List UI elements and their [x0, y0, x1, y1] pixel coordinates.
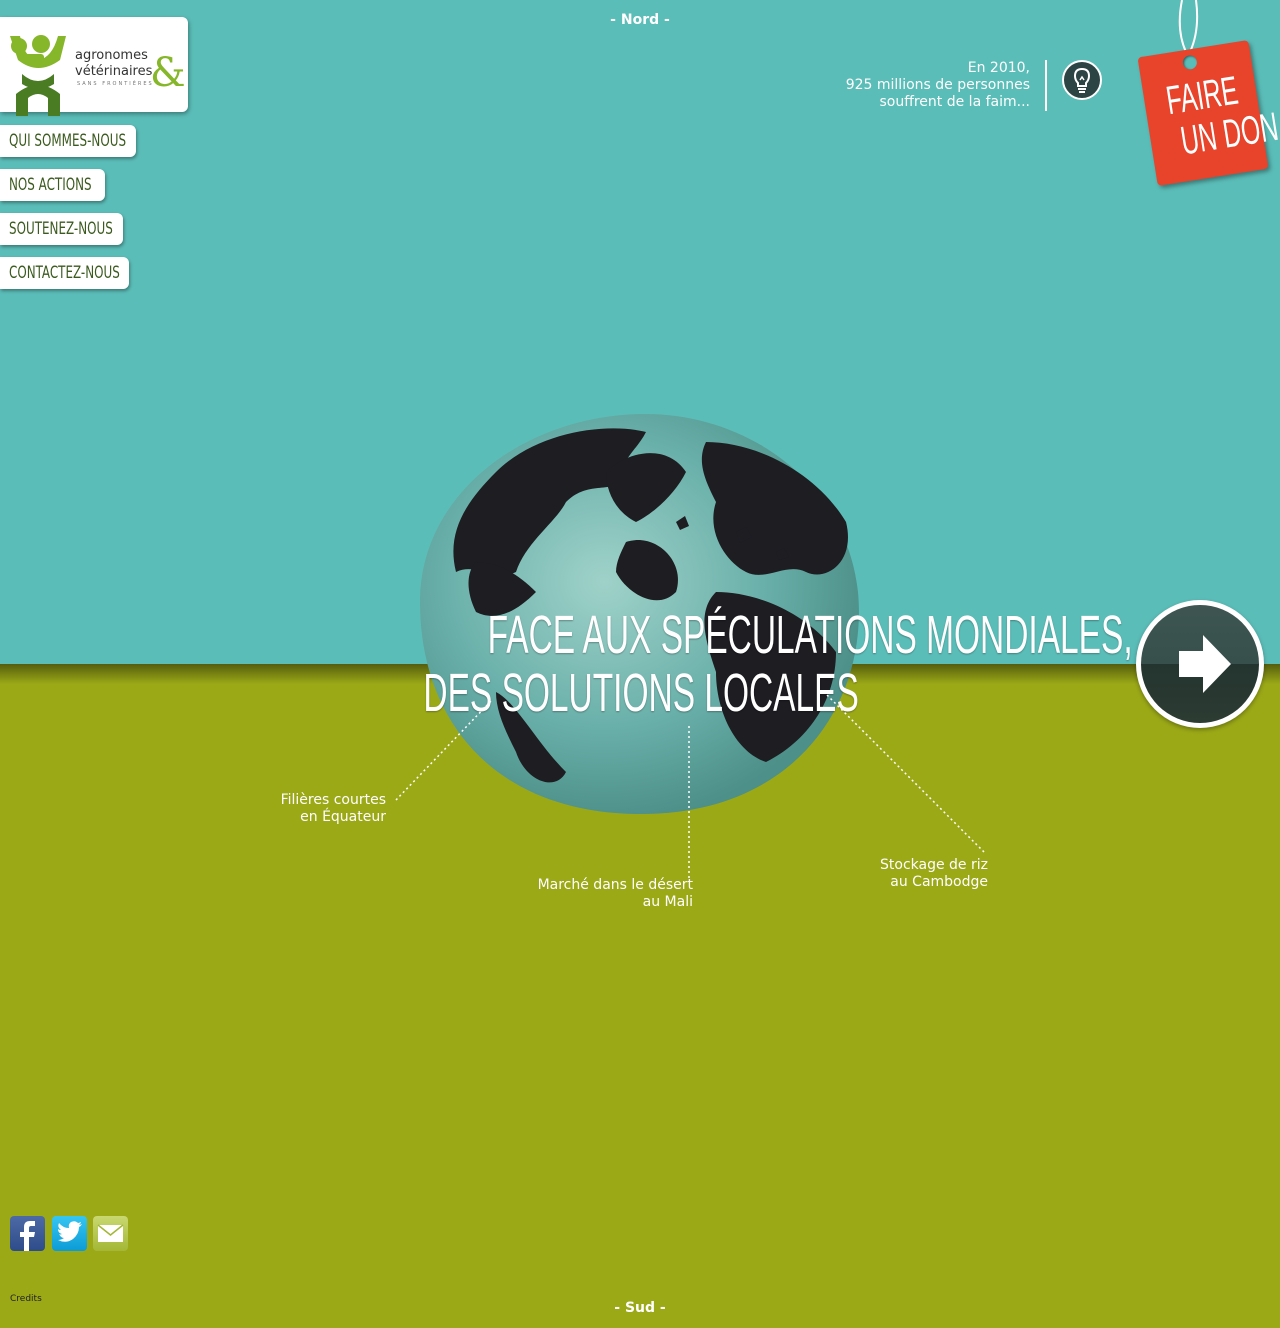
twitter-icon — [58, 1221, 82, 1242]
annotation-line: au Mali — [642, 894, 693, 910]
annotation-line: Filières courtes — [280, 792, 386, 808]
annotation-ecuador[interactable]: Filières courtes en Équateur — [236, 792, 386, 826]
facebook-button[interactable] — [10, 1216, 45, 1251]
annotation-line: au Cambodge — [890, 874, 988, 890]
annotation-line: Marché dans le désert — [537, 877, 693, 893]
annotation-mali[interactable]: Marché dans le désert au Mali — [493, 877, 693, 911]
annotation-lines — [395, 689, 985, 878]
credits-link[interactable]: Credits — [10, 1294, 42, 1304]
email-icon — [97, 1224, 124, 1242]
annotation-line: Stockage de riz — [880, 857, 988, 873]
facebook-icon — [20, 1221, 35, 1251]
annotation-line: en Équateur — [300, 809, 386, 825]
twitter-button[interactable] — [52, 1216, 87, 1251]
annotation-cambodia[interactable]: Stockage de riz au Cambodge — [828, 857, 988, 891]
email-button[interactable] — [93, 1216, 128, 1251]
